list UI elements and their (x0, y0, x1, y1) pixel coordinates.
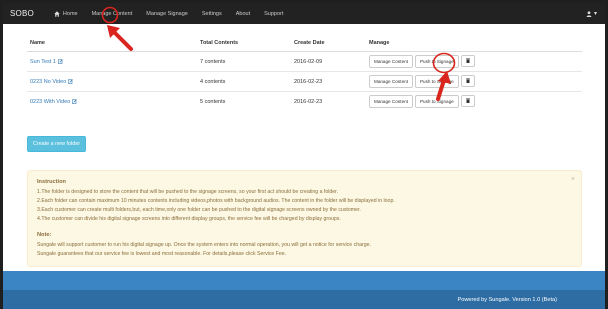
total-contents: 7 contents (200, 58, 226, 65)
table-row: 0223 No Video 4 contents 2016-02-23 Mana… (27, 71, 582, 92)
nav-home[interactable]: Home (54, 11, 78, 17)
footer: Powered by Sungale. Version 1.0 (Beta) (3, 290, 605, 309)
create-folder-button[interactable]: Create a new folder (27, 135, 87, 152)
manage-content-button[interactable]: Manage Content (369, 55, 413, 68)
instruction-panel: × Instruction 1.The folder is designed t… (27, 169, 582, 267)
nav-home-label: Home (62, 10, 78, 17)
manage-content-button[interactable]: Manage Content (369, 75, 413, 88)
edit-icon[interactable] (57, 59, 63, 64)
total-contents: 5 contents (197, 91, 291, 112)
top-navbar: SOBO Home Manage Content Manage Signage … (3, 3, 605, 24)
folder-name: Sun Test 1 (30, 58, 56, 65)
instruction-line: 2.Each folder can contain maximum 10 min… (37, 197, 395, 204)
edit-icon[interactable] (68, 79, 74, 84)
caret-down-icon: ▾ (593, 11, 597, 17)
trash-icon (465, 78, 470, 83)
instruction-line: 3.Each customer can create multi folders… (37, 206, 361, 213)
annotation-arrow-nav (107, 25, 133, 51)
create-date: 2016-02-09 (294, 58, 323, 65)
manage-content-button[interactable]: Manage Content (369, 95, 413, 109)
col-manage-header: Manage (366, 36, 582, 52)
instruction-line: 4.The customer can divide his digital si… (37, 215, 341, 222)
folder-link[interactable]: 0223 No Video (30, 78, 74, 85)
nav-manage-signage[interactable]: Manage Signage (146, 11, 188, 17)
annotation-arrow-push (436, 71, 451, 101)
folder-link[interactable]: 0223 With Video (30, 98, 78, 105)
user-menu[interactable]: ▾ (586, 10, 597, 17)
folder-link[interactable]: Sun Test 1 (30, 59, 63, 65)
close-icon[interactable]: × (571, 176, 575, 183)
delete-button[interactable] (460, 75, 475, 87)
instruction-line: 1.The folder is designed to store the co… (37, 188, 339, 195)
create-folder-wrap: Create a new folder (27, 135, 582, 152)
instruction-title: Instruction (37, 178, 66, 185)
note-title: Note: (37, 231, 52, 238)
create-date: 2016-02-23 (291, 71, 366, 92)
table-row: 0223 With Video 5 contents 2016-02-23 Ma… (27, 91, 582, 112)
nav-about[interactable]: About (236, 11, 250, 17)
folder-name: 0223 With Video (30, 98, 71, 105)
note-line: Sungale guarantees that our service fee … (37, 250, 287, 257)
nav-settings[interactable]: Settings (202, 11, 222, 17)
table-row: Sun Test 1 7 contents 2016-02-09 Manage … (27, 52, 582, 72)
home-icon (54, 10, 60, 17)
note-line: Sungale will support customer to run his… (37, 241, 371, 248)
col-create-date-header: Create Date (291, 36, 366, 52)
main-content: Name Total Contents Create Date Manage S… (27, 36, 582, 267)
create-date: 2016-02-23 (291, 91, 366, 112)
page: SOBO Home Manage Content Manage Signage … (3, 3, 605, 309)
nav-support[interactable]: Support (264, 11, 283, 17)
footer-band (3, 271, 605, 290)
edit-icon[interactable] (72, 99, 78, 105)
delete-button[interactable] (460, 55, 475, 67)
user-icon (586, 10, 592, 17)
total-contents: 4 contents (197, 71, 291, 92)
folder-name: 0223 No Video (30, 78, 67, 85)
delete-button[interactable] (460, 95, 475, 108)
brand-logo[interactable]: SOBO (10, 9, 34, 18)
col-total-contents-header: Total Contents (197, 36, 291, 52)
trash-icon (465, 58, 470, 63)
trash-icon (465, 98, 470, 104)
